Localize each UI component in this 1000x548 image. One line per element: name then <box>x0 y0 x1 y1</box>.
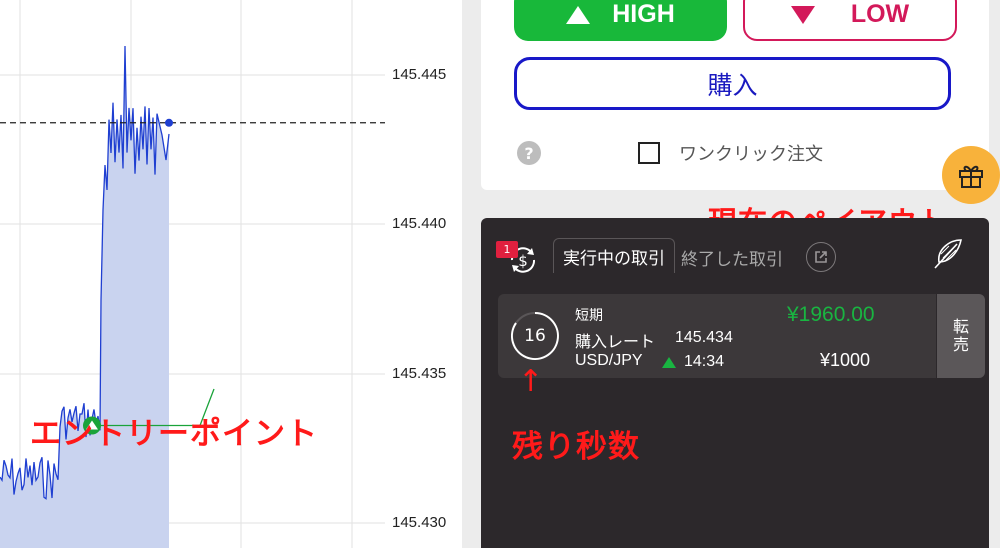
position-item[interactable]: 16 短期 購入レート 145.434 USD/JPY 14:34 ¥1960.… <box>498 294 936 378</box>
external-link-button[interactable] <box>806 242 836 272</box>
trade-panel: HIGH LOW 購入 ? ワンクリック注文 <box>481 0 989 190</box>
price-label: 145.435 <box>392 365 447 382</box>
current-price-dot <box>165 118 173 127</box>
price-label: 145.440 <box>392 215 447 232</box>
buy-button[interactable]: 購入 <box>514 57 951 110</box>
expiry-time: 14:34 <box>684 353 725 370</box>
remaining-seconds: 16 <box>524 326 546 346</box>
down-triangle-icon <box>790 5 815 24</box>
high-button[interactable]: HIGH <box>514 0 727 41</box>
price-label: 145.445 <box>392 66 447 83</box>
up-triangle-icon <box>566 5 591 24</box>
high-button-label: HIGH <box>612 0 675 28</box>
trade-type: 短期 <box>575 308 603 324</box>
oneclick-label: ワンクリック注文 <box>679 144 823 165</box>
help-icon[interactable]: ? <box>517 141 541 165</box>
positions-panel: $ 1 実行中の取引 終了した取引 16 短期 購入レート 145.434 US… <box>481 218 989 548</box>
position-count-badge: 1 <box>496 241 518 258</box>
purchase-rate-value: 145.434 <box>675 329 733 346</box>
feather-icon[interactable] <box>929 236 965 272</box>
price-label: 145.430 <box>392 514 447 531</box>
gift-icon <box>959 165 983 188</box>
svg-text:$: $ <box>518 252 528 270</box>
current-payout: ¥1960.00 <box>787 303 875 326</box>
annotation-remaining-seconds: 残り秒数 <box>512 429 640 465</box>
chart-grid <box>0 0 385 548</box>
direction-up-icon <box>662 357 676 368</box>
gift-button[interactable] <box>942 146 1000 204</box>
resell-button[interactable]: 転 売 <box>937 294 985 378</box>
resell-button-label: 転 売 <box>952 317 969 354</box>
buy-button-label: 購入 <box>707 70 758 100</box>
purchase-amount: ¥1000 <box>820 350 871 370</box>
tab-closed-trades[interactable]: 終了した取引 <box>681 245 783 270</box>
price-chart[interactable]: 145.445 145.440 145.435 145.430 エントリーポイン… <box>0 0 462 548</box>
low-button-label: LOW <box>850 0 910 28</box>
oneclick-checkbox[interactable] <box>638 142 660 164</box>
low-button[interactable]: LOW <box>743 0 957 41</box>
external-link-icon <box>815 251 827 263</box>
annotation-arrow-up: ↑ <box>518 364 544 399</box>
currency-pair: USD/JPY <box>575 352 643 369</box>
annotation-entry-point: エントリーポイント <box>30 416 318 452</box>
purchase-rate-label: 購入レート <box>575 332 656 351</box>
current-price-line <box>0 118 385 127</box>
tab-active-trades[interactable]: 実行中の取引 <box>553 238 675 273</box>
